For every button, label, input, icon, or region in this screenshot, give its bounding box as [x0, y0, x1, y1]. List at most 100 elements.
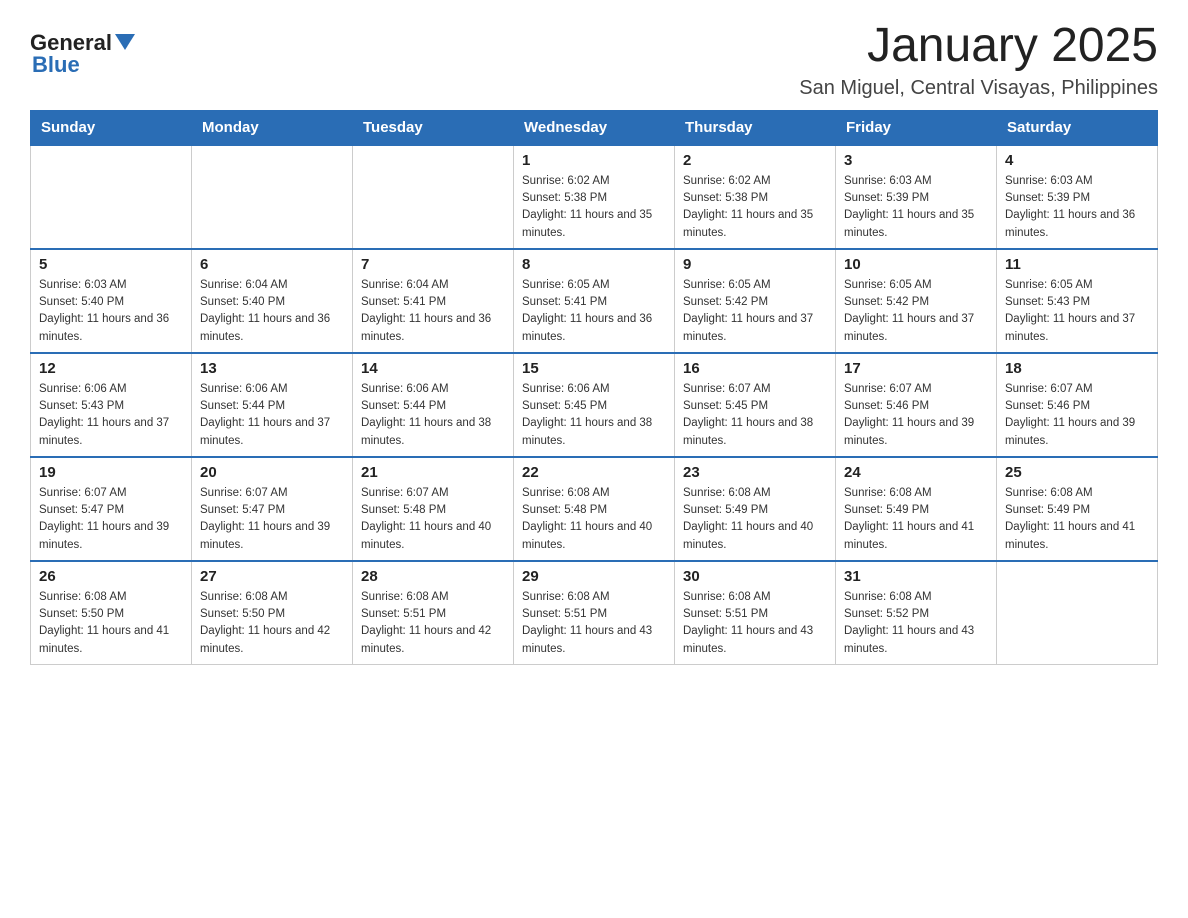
calendar-cell: 20 Sunrise: 6:07 AM Sunset: 5:47 PM Dayli… — [192, 457, 353, 561]
day-number: 5 — [39, 256, 183, 273]
calendar-cell — [997, 561, 1158, 665]
day-number: 7 — [361, 256, 505, 273]
week-row-5: 26 Sunrise: 6:08 AM Sunset: 5:50 PM Dayli… — [31, 561, 1158, 665]
day-number: 4 — [1005, 152, 1149, 169]
week-row-4: 19 Sunrise: 6:07 AM Sunset: 5:47 PM Dayli… — [31, 457, 1158, 561]
logo-blue: Blue — [32, 52, 80, 78]
day-number: 30 — [683, 568, 827, 585]
day-info: Sunrise: 6:06 AM Sunset: 5:43 PM Dayligh… — [39, 381, 183, 450]
calendar-cell: 7 Sunrise: 6:04 AM Sunset: 5:41 PM Daylig… — [353, 249, 514, 353]
calendar-cell: 2 Sunrise: 6:02 AM Sunset: 5:38 PM Daylig… — [675, 145, 836, 249]
day-number: 23 — [683, 464, 827, 481]
logo-triangle-icon — [115, 34, 135, 50]
day-header-wednesday: Wednesday — [514, 110, 675, 145]
day-number: 14 — [361, 360, 505, 377]
title-section: January 2025 San Miguel, Central Visayas… — [799, 20, 1158, 100]
calendar-cell: 25 Sunrise: 6:08 AM Sunset: 5:49 PM Dayli… — [997, 457, 1158, 561]
location-title: San Miguel, Central Visayas, Philippines — [799, 77, 1158, 100]
day-header-monday: Monday — [192, 110, 353, 145]
day-info: Sunrise: 6:08 AM Sunset: 5:48 PM Dayligh… — [522, 485, 666, 554]
day-info: Sunrise: 6:08 AM Sunset: 5:50 PM Dayligh… — [200, 589, 344, 658]
day-number: 18 — [1005, 360, 1149, 377]
day-info: Sunrise: 6:05 AM Sunset: 5:43 PM Dayligh… — [1005, 277, 1149, 346]
day-info: Sunrise: 6:08 AM Sunset: 5:51 PM Dayligh… — [683, 589, 827, 658]
day-info: Sunrise: 6:07 AM Sunset: 5:46 PM Dayligh… — [1005, 381, 1149, 450]
day-info: Sunrise: 6:08 AM Sunset: 5:51 PM Dayligh… — [361, 589, 505, 658]
day-info: Sunrise: 6:07 AM Sunset: 5:47 PM Dayligh… — [200, 485, 344, 554]
day-info: Sunrise: 6:06 AM Sunset: 5:44 PM Dayligh… — [361, 381, 505, 450]
day-number: 11 — [1005, 256, 1149, 273]
day-number: 25 — [1005, 464, 1149, 481]
day-info: Sunrise: 6:08 AM Sunset: 5:49 PM Dayligh… — [844, 485, 988, 554]
calendar-cell: 6Sunrise: 6:04 AM Sunset: 5:40 PM Daylig… — [192, 249, 353, 353]
calendar-cell: 21 Sunrise: 6:07 AM Sunset: 5:48 PM Dayli… — [353, 457, 514, 561]
day-info: Sunrise: 6:07 AM Sunset: 5:47 PM Dayligh… — [39, 485, 183, 554]
calendar-cell: 12 Sunrise: 6:06 AM Sunset: 5:43 PM Dayli… — [31, 353, 192, 457]
day-number: 3 — [844, 152, 988, 169]
day-info: Sunrise: 6:03 AM Sunset: 5:39 PM Dayligh… — [1005, 173, 1149, 242]
day-info: Sunrise: 6:03 AM Sunset: 5:40 PM Dayligh… — [39, 277, 183, 346]
calendar-cell: 5 Sunrise: 6:03 AM Sunset: 5:40 PM Daylig… — [31, 249, 192, 353]
day-info: Sunrise: 6:02 AM Sunset: 5:38 PM Dayligh… — [683, 173, 827, 242]
day-number: 2 — [683, 152, 827, 169]
calendar-cell: 29Sunrise: 6:08 AM Sunset: 5:51 PM Dayli… — [514, 561, 675, 665]
month-title: January 2025 — [799, 20, 1158, 73]
calendar-cell: 4 Sunrise: 6:03 AM Sunset: 5:39 PM Daylig… — [997, 145, 1158, 249]
page-header: General Blue January 2025 San Miguel, Ce… — [30, 20, 1158, 100]
calendar-cell: 10 Sunrise: 6:05 AM Sunset: 5:42 PM Dayli… — [836, 249, 997, 353]
day-number: 9 — [683, 256, 827, 273]
calendar-cell — [192, 145, 353, 249]
calendar-cell: 26 Sunrise: 6:08 AM Sunset: 5:50 PM Dayli… — [31, 561, 192, 665]
day-info: Sunrise: 6:08 AM Sunset: 5:50 PM Dayligh… — [39, 589, 183, 658]
day-header-saturday: Saturday — [997, 110, 1158, 145]
day-number: 31 — [844, 568, 988, 585]
day-info: Sunrise: 6:02 AM Sunset: 5:38 PM Dayligh… — [522, 173, 666, 242]
calendar-cell — [31, 145, 192, 249]
calendar-cell: 27 Sunrise: 6:08 AM Sunset: 5:50 PM Dayli… — [192, 561, 353, 665]
calendar-cell: 15Sunrise: 6:06 AM Sunset: 5:45 PM Dayli… — [514, 353, 675, 457]
calendar-table: SundayMondayTuesdayWednesdayThursdayFrid… — [30, 110, 1158, 665]
calendar-cell — [353, 145, 514, 249]
calendar-cell: 3 Sunrise: 6:03 AM Sunset: 5:39 PM Daylig… — [836, 145, 997, 249]
logo: General Blue — [30, 30, 135, 78]
day-info: Sunrise: 6:03 AM Sunset: 5:39 PM Dayligh… — [844, 173, 988, 242]
day-number: 28 — [361, 568, 505, 585]
day-info: Sunrise: 6:07 AM Sunset: 5:48 PM Dayligh… — [361, 485, 505, 554]
day-header-thursday: Thursday — [675, 110, 836, 145]
day-number: 16 — [683, 360, 827, 377]
calendar-header-row: SundayMondayTuesdayWednesdayThursdayFrid… — [31, 110, 1158, 145]
calendar-cell: 22 Sunrise: 6:08 AM Sunset: 5:48 PM Dayli… — [514, 457, 675, 561]
day-info: Sunrise: 6:08 AM Sunset: 5:49 PM Dayligh… — [683, 485, 827, 554]
week-row-1: 1Sunrise: 6:02 AM Sunset: 5:38 PM Daylig… — [31, 145, 1158, 249]
day-number: 10 — [844, 256, 988, 273]
calendar-cell: 13Sunrise: 6:06 AM Sunset: 5:44 PM Dayli… — [192, 353, 353, 457]
day-info: Sunrise: 6:08 AM Sunset: 5:49 PM Dayligh… — [1005, 485, 1149, 554]
day-number: 24 — [844, 464, 988, 481]
day-info: Sunrise: 6:05 AM Sunset: 5:41 PM Dayligh… — [522, 277, 666, 346]
day-info: Sunrise: 6:08 AM Sunset: 5:51 PM Dayligh… — [522, 589, 666, 658]
day-info: Sunrise: 6:08 AM Sunset: 5:52 PM Dayligh… — [844, 589, 988, 658]
day-info: Sunrise: 6:06 AM Sunset: 5:44 PM Dayligh… — [200, 381, 344, 450]
calendar-cell: 30 Sunrise: 6:08 AM Sunset: 5:51 PM Dayli… — [675, 561, 836, 665]
day-number: 8 — [522, 256, 666, 273]
day-number: 12 — [39, 360, 183, 377]
day-header-tuesday: Tuesday — [353, 110, 514, 145]
calendar-cell: 24 Sunrise: 6:08 AM Sunset: 5:49 PM Dayli… — [836, 457, 997, 561]
calendar-cell: 16Sunrise: 6:07 AM Sunset: 5:45 PM Dayli… — [675, 353, 836, 457]
day-number: 26 — [39, 568, 183, 585]
day-number: 21 — [361, 464, 505, 481]
calendar-cell: 9Sunrise: 6:05 AM Sunset: 5:42 PM Daylig… — [675, 249, 836, 353]
day-number: 15 — [522, 360, 666, 377]
day-number: 27 — [200, 568, 344, 585]
day-number: 20 — [200, 464, 344, 481]
calendar-cell: 23 Sunrise: 6:08 AM Sunset: 5:49 PM Dayli… — [675, 457, 836, 561]
week-row-2: 5 Sunrise: 6:03 AM Sunset: 5:40 PM Daylig… — [31, 249, 1158, 353]
day-number: 19 — [39, 464, 183, 481]
day-info: Sunrise: 6:04 AM Sunset: 5:41 PM Dayligh… — [361, 277, 505, 346]
week-row-3: 12 Sunrise: 6:06 AM Sunset: 5:43 PM Dayli… — [31, 353, 1158, 457]
calendar-cell: 18 Sunrise: 6:07 AM Sunset: 5:46 PM Dayli… — [997, 353, 1158, 457]
calendar-cell: 11 Sunrise: 6:05 AM Sunset: 5:43 PM Dayli… — [997, 249, 1158, 353]
day-number: 22 — [522, 464, 666, 481]
calendar-cell: 28 Sunrise: 6:08 AM Sunset: 5:51 PM Dayli… — [353, 561, 514, 665]
day-info: Sunrise: 6:05 AM Sunset: 5:42 PM Dayligh… — [844, 277, 988, 346]
